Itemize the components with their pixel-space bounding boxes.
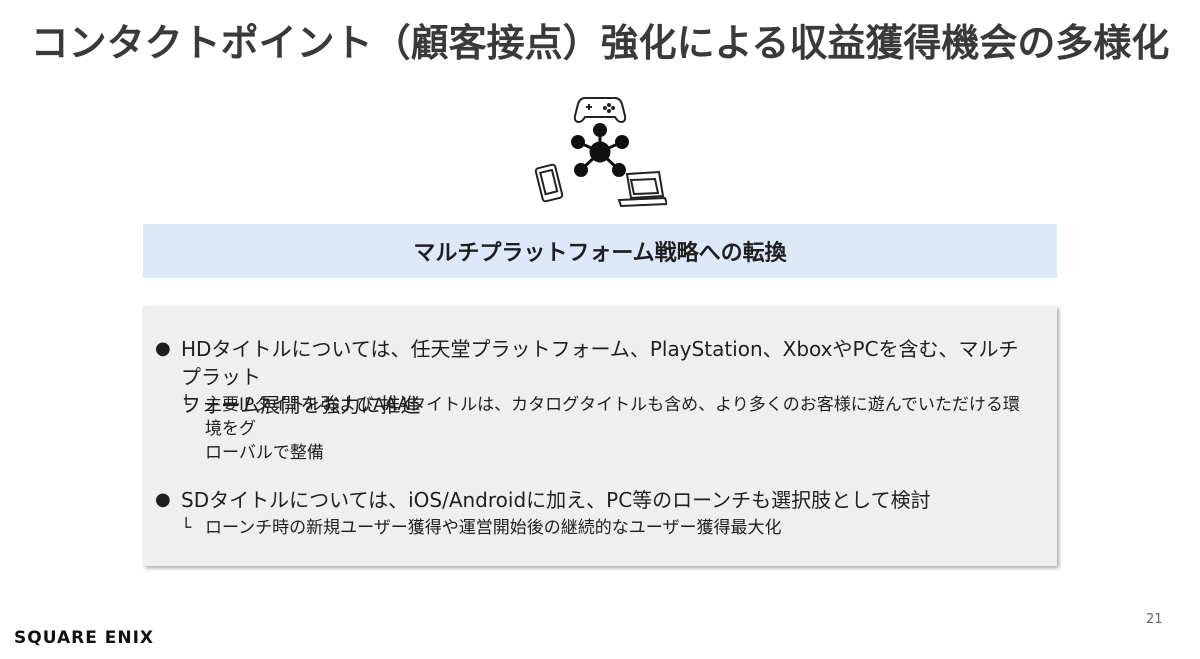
smartphone-icon (534, 163, 564, 203)
strategy-banner: マルチプラットフォーム戦略への転換 (143, 224, 1057, 278)
multiplatform-icon (534, 97, 667, 208)
gamepad-icon (573, 97, 627, 124)
sub-text-line: ローバルで整備 (205, 443, 324, 463)
sub-marker: └ (181, 518, 192, 538)
slide-title: コンタクトポイント（顧客接点）強化による収益獲得機会の多様化 (30, 21, 1170, 65)
company-logo: SQUARE ENIX (14, 628, 155, 648)
sub-text-line: ローンチ時の新規ユーザー獲得や運営開始後の継続的なユーザー獲得最大化 (205, 518, 782, 538)
laptop-icon (617, 170, 667, 208)
bullet-text-line: SDタイトルについては、iOS/Androidに加え、PC等のローンチも選択肢と… (181, 488, 931, 512)
content-box: ● HDタイトルについては、任天堂プラットフォーム、PlayStation、Xb… (143, 306, 1057, 566)
network-hub-icon (571, 123, 629, 177)
bullet-marker: ● (155, 338, 171, 359)
sub-marker: └ (181, 395, 192, 415)
sub-text-line: 主要IPタイトルおよびAAAタイトルは、カタログタイトルも含め、より多くのお客様… (205, 395, 1020, 439)
banner-label: マルチプラットフォーム戦略への転換 (413, 241, 787, 266)
page-number: 21 (1146, 612, 1163, 627)
bullet-text-line: HDタイトルについては、任天堂プラットフォーム、PlayStation、Xbox… (181, 337, 1019, 389)
bullet-marker: ● (155, 489, 171, 510)
